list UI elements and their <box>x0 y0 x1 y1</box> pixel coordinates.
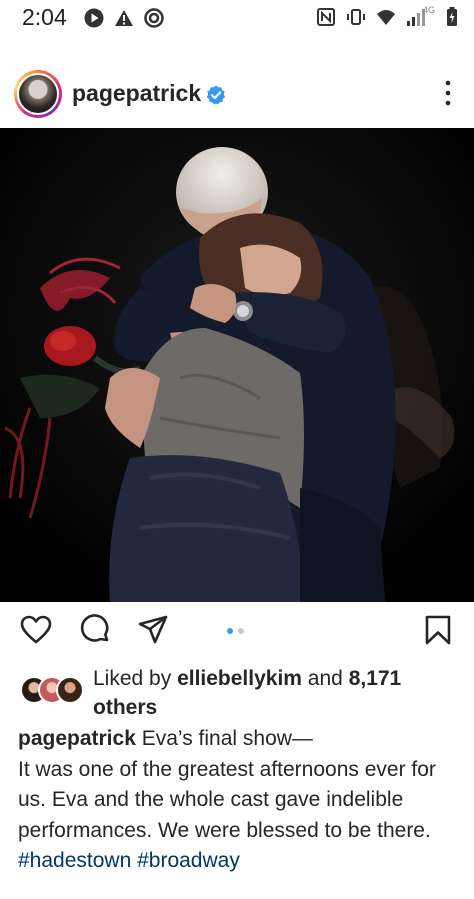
avatar[interactable] <box>14 70 62 118</box>
caption-username[interactable]: pagepatrick <box>18 727 136 750</box>
liker-avatar <box>56 676 84 704</box>
caption-hashtags[interactable]: #hadestown #broadway <box>18 849 240 872</box>
status-time: 2:04 <box>22 4 67 30</box>
network-label: 4G <box>423 5 436 15</box>
verified-icon <box>206 85 226 105</box>
likes-middle: and <box>301 667 349 690</box>
share-icon[interactable] <box>137 614 169 646</box>
nfc-icon <box>317 8 335 26</box>
status-bar: 2:04 4G <box>0 0 474 34</box>
battery-icon <box>447 7 457 26</box>
liker-username[interactable]: elliebellykim <box>177 667 302 690</box>
post-photo[interactable] <box>0 128 474 602</box>
carousel-dot <box>238 628 244 634</box>
warning-icon <box>115 10 133 26</box>
likes-count[interactable]: 8,171 <box>349 667 402 690</box>
likes-text[interactable]: Liked by elliebellykim and 8,171 others <box>93 664 453 722</box>
post-actions <box>0 604 474 658</box>
bookmark-icon[interactable] <box>422 614 454 646</box>
comment-icon[interactable] <box>79 614 111 646</box>
caption-first-line: Eva’s final show— <box>135 727 313 750</box>
post-photo-image <box>0 128 474 602</box>
liker-avatars[interactable] <box>20 676 84 704</box>
target-icon <box>144 8 164 28</box>
carousel-dot-active <box>227 628 233 634</box>
likes-suffix[interactable]: others <box>93 696 157 719</box>
post-username[interactable]: pagepatrick <box>72 80 201 107</box>
signal-indicator: 4G <box>406 5 436 27</box>
post-caption: pagepatrick Eva’s final show— It was one… <box>18 724 458 877</box>
likes-prefix: Liked by <box>93 667 178 690</box>
wifi-icon <box>377 10 395 25</box>
caption-body: It was one of the greatest afternoons ev… <box>18 757 436 842</box>
more-options-icon[interactable] <box>440 78 456 108</box>
heart-icon[interactable] <box>20 614 52 646</box>
avatar-image <box>17 73 59 115</box>
post-header: pagepatrick <box>0 64 474 128</box>
vibrate-icon <box>347 9 365 25</box>
carousel-indicator <box>227 628 244 634</box>
play-icon <box>84 8 104 28</box>
